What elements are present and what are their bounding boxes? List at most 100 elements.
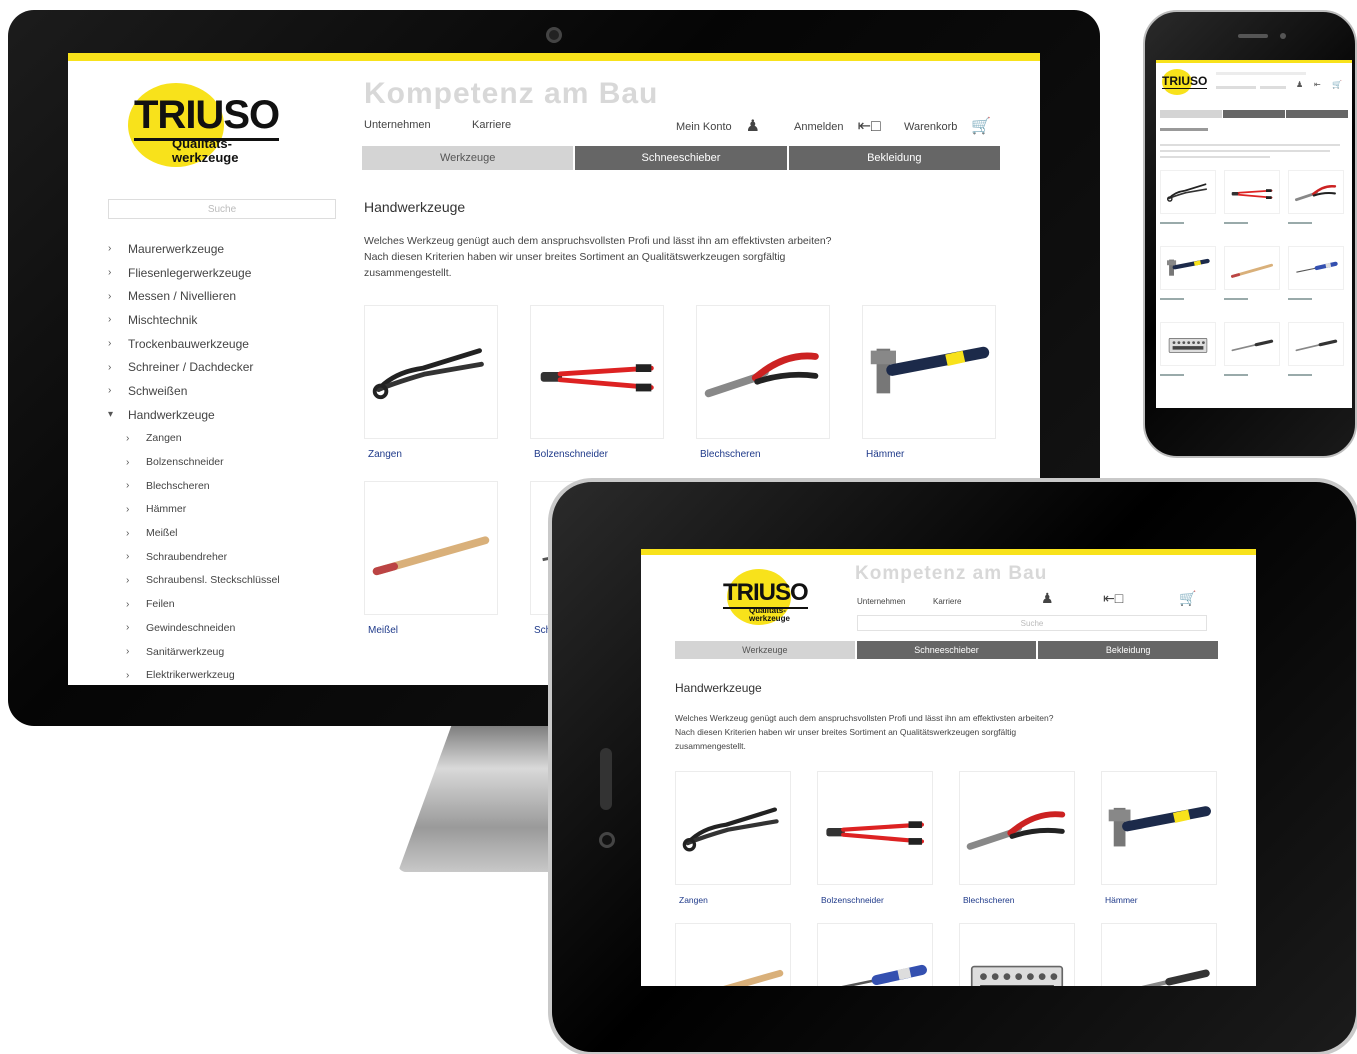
nav-link-karriere[interactable]: Karriere xyxy=(472,119,511,131)
tablet-nav-link-unternehmen[interactable]: Unternehmen xyxy=(857,597,905,606)
phone-product-card[interactable] xyxy=(1160,170,1216,214)
tablet-nav-link-karriere[interactable]: Karriere xyxy=(933,597,961,606)
sidebar-item[interactable]: › Schreiner / Dachdecker xyxy=(108,355,348,379)
phone-product-card[interactable] xyxy=(1288,322,1344,366)
product-card[interactable] xyxy=(959,923,1075,986)
phone-tab-werkzeuge[interactable] xyxy=(1160,110,1222,118)
sidebar-item[interactable]: › Schraubendreher xyxy=(108,545,348,569)
phone-user-icon[interactable]: ♟ xyxy=(1296,80,1303,89)
tablet-category-intro: Welches Werkzeug genügt auch dem anspruc… xyxy=(675,713,1054,751)
phone-product-label[interactable] xyxy=(1224,374,1248,376)
product-card-label[interactable]: Bolzenschneider xyxy=(534,449,608,460)
product-card-label[interactable]: Meißel xyxy=(368,625,398,636)
phone-product-label[interactable] xyxy=(1160,298,1184,300)
phone-product-label[interactable] xyxy=(1288,374,1312,376)
sidebar-item[interactable]: › Schraubensl. Steckschlüssel xyxy=(108,569,348,593)
login-label: Anmelden xyxy=(794,121,844,133)
phone-product-card[interactable] xyxy=(1224,170,1280,214)
sidebar-item[interactable]: › Messen / Nivellieren xyxy=(108,284,348,308)
tablet-tab-bekleidung[interactable]: Bekleidung xyxy=(1038,641,1219,659)
product-card[interactable] xyxy=(862,305,996,439)
phone-product-card[interactable] xyxy=(1224,246,1280,290)
product-card[interactable] xyxy=(1101,771,1217,885)
tablet-cart-icon[interactable]: 🛒 xyxy=(1179,591,1196,605)
tablet-search-input[interactable]: Suche xyxy=(857,615,1207,631)
tablet-tab-werkzeuge[interactable]: Werkzeuge xyxy=(675,641,855,659)
tablet-camera xyxy=(599,832,615,848)
bolt-cutter-icon xyxy=(826,821,925,845)
sidebar-item[interactable]: › Fliesenlegerwerkzeuge xyxy=(108,261,348,285)
sidebar-item[interactable]: › Hämmer xyxy=(108,498,348,522)
phone-heading-bar xyxy=(1160,128,1208,131)
phone-product-card[interactable] xyxy=(1160,322,1216,366)
phone-product-label[interactable] xyxy=(1288,222,1312,224)
phone-product-label[interactable] xyxy=(1160,222,1184,224)
product-card[interactable] xyxy=(364,481,498,615)
product-card[interactable] xyxy=(364,305,498,439)
tablet-logo-tagline: Qualitäts- werkzeuge xyxy=(749,606,790,624)
cart-link[interactable]: Warenkorb 🛒 xyxy=(904,119,991,135)
product-card[interactable] xyxy=(530,305,664,439)
sidebar-item[interactable]: › Maurerwerkzeuge xyxy=(108,237,348,261)
product-card[interactable] xyxy=(675,923,791,986)
product-card-label[interactable]: Blechscheren xyxy=(963,895,1015,905)
search-input[interactable]: Suche xyxy=(108,199,336,219)
bolt-cutter-icon xyxy=(1231,189,1273,199)
sidebar-item[interactable]: › Bolzenschneider xyxy=(108,450,348,474)
sidebar-item-label: Blechscheren xyxy=(146,479,210,492)
phone-product-label[interactable] xyxy=(1224,298,1248,300)
phone-tab-bekleidung[interactable] xyxy=(1286,110,1348,118)
phone-triuso-logo[interactable]: TRIUSO xyxy=(1160,68,1208,98)
file-icon xyxy=(1231,339,1274,352)
sidebar-item[interactable]: › Mischtechnik xyxy=(108,308,348,332)
phone-product-card[interactable] xyxy=(1288,170,1344,214)
product-card[interactable] xyxy=(1101,923,1217,986)
tab-bekleidung[interactable]: Bekleidung xyxy=(788,146,1000,170)
product-card[interactable] xyxy=(696,305,830,439)
sidebar-item[interactable]: › Zangen xyxy=(108,427,348,451)
phone-product-card[interactable] xyxy=(1288,246,1344,290)
product-card[interactable] xyxy=(817,771,933,885)
sidebar-item[interactable]: › Gewindeschneiden xyxy=(108,616,348,640)
tab-werkzeuge[interactable]: Werkzeuge xyxy=(362,146,574,170)
triuso-logo[interactable]: TRIUSO Qualitäts- werkzeuge xyxy=(128,79,280,169)
sidebar-item[interactable]: › Feilen xyxy=(108,592,348,616)
product-card-label[interactable]: Bolzenschneider xyxy=(821,895,884,905)
phone-product-label[interactable] xyxy=(1288,298,1312,300)
account-link[interactable]: Mein Konto ♟ xyxy=(676,119,760,135)
product-card-label[interactable]: Blechscheren xyxy=(700,449,761,460)
sidebar-item[interactable]: › Sanitärwerkzeug xyxy=(108,640,348,664)
product-card[interactable] xyxy=(675,771,791,885)
tablet-tab-schneeschieber[interactable]: Schneeschieber xyxy=(856,641,1037,659)
sidebar-item[interactable]: › Meißel xyxy=(108,521,348,545)
phone-product-label[interactable] xyxy=(1224,222,1248,224)
product-card-label[interactable]: Hämmer xyxy=(1105,895,1138,905)
sidebar-item[interactable]: › Schweißen xyxy=(108,379,348,403)
sidebar-item[interactable]: ▾ Handwerkzeuge xyxy=(108,403,348,427)
phone-product-card[interactable] xyxy=(1160,246,1216,290)
product-card[interactable] xyxy=(817,923,933,986)
product-card-label[interactable]: Zangen xyxy=(679,895,708,905)
product-card-label[interactable]: Hämmer xyxy=(866,449,904,460)
phone-login-icon[interactable]: ⇤ xyxy=(1314,80,1321,89)
pincers-icon xyxy=(1167,183,1208,202)
tablet-triuso-logo[interactable]: TRIUSO Qualitäts- werkzeuge xyxy=(719,567,809,629)
sidebar-item-label: Messen / Nivellieren xyxy=(128,289,237,304)
phone-product-label[interactable] xyxy=(1160,374,1184,376)
phone-product-card[interactable] xyxy=(1224,322,1280,366)
login-link[interactable]: Anmelden ⇤□ xyxy=(794,119,881,135)
tablet-brand-bar xyxy=(641,549,1256,555)
tab-schneeschieber[interactable]: Schneeschieber xyxy=(575,146,787,170)
phone-tab-schneeschieber[interactable] xyxy=(1223,110,1285,118)
sidebar-item[interactable]: › Elektrikerwerkzeug xyxy=(108,663,348,685)
tablet-login-icon[interactable]: ⇤□ xyxy=(1103,591,1123,605)
phone-cart-icon[interactable]: 🛒 xyxy=(1332,80,1342,89)
product-card[interactable] xyxy=(959,771,1075,885)
file-icon xyxy=(1141,969,1210,986)
tablet-user-icon[interactable]: ♟ xyxy=(1041,591,1054,605)
product-card-label[interactable]: Zangen xyxy=(368,449,402,460)
sidebar-item[interactable]: › Blechscheren xyxy=(108,474,348,498)
nav-link-unternehmen[interactable]: Unternehmen xyxy=(364,119,431,131)
sidebar-item[interactable]: › Trockenbauwerkzeuge xyxy=(108,332,348,356)
brand-top-bar xyxy=(68,53,1040,61)
